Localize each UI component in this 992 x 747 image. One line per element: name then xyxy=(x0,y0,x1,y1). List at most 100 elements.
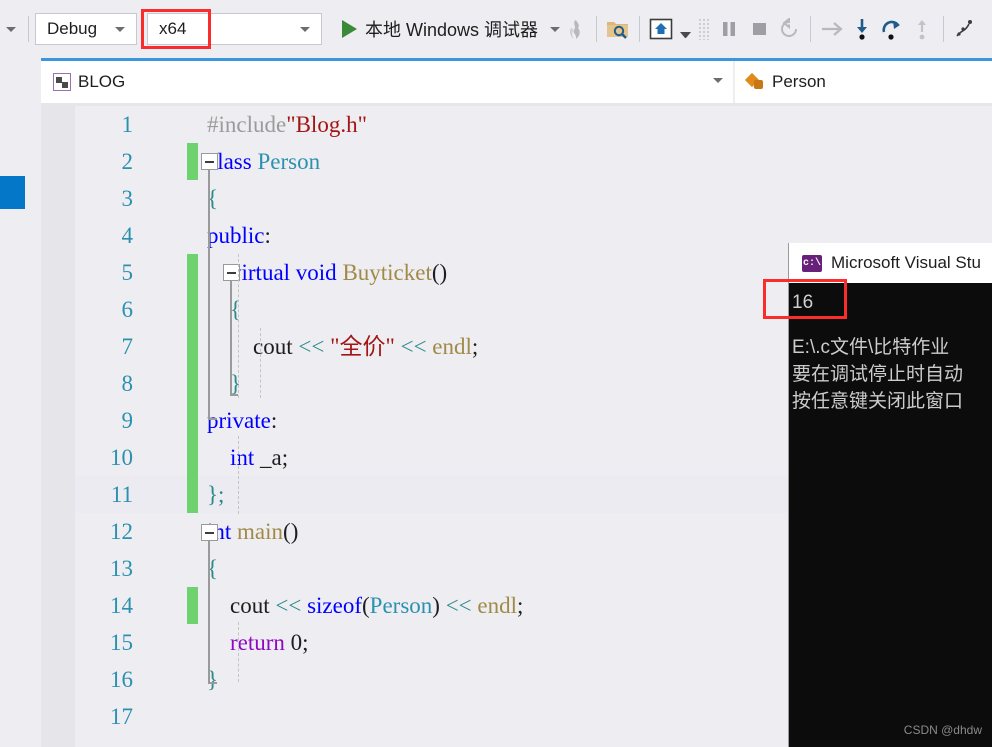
code-text: } xyxy=(207,365,241,402)
line-gutter xyxy=(145,402,207,439)
code-token: main xyxy=(237,519,284,544)
line-number: 13 xyxy=(110,555,133,581)
code-text: cout << sizeof(Person) << endl; xyxy=(207,587,523,624)
line-gutter xyxy=(145,698,207,735)
step-into-icon xyxy=(857,19,868,40)
play-icon xyxy=(342,20,357,38)
restart-icon xyxy=(781,18,798,37)
code-token: ) xyxy=(432,593,446,618)
code-text: { xyxy=(207,550,218,587)
left-dock-rail xyxy=(0,106,41,747)
line-gutter xyxy=(145,587,207,624)
step-over-button[interactable] xyxy=(877,12,907,46)
code-text: virtual void Buyticket() xyxy=(207,254,447,291)
line-gutter xyxy=(145,254,207,291)
console-line: 按任意键关闭此窗口 xyxy=(792,391,964,412)
pause-icon xyxy=(723,22,736,36)
line-gutter xyxy=(145,180,207,217)
blog-file-icon xyxy=(53,73,71,91)
code-token: Buyticket xyxy=(342,260,432,285)
toolbar-grip[interactable] xyxy=(694,12,714,46)
line-number: 9 xyxy=(121,407,134,433)
line-gutter xyxy=(145,143,207,180)
code-text: int main() xyxy=(207,513,298,550)
console-output-value: 16 xyxy=(792,292,814,313)
code-text: return 0; xyxy=(207,624,309,661)
code-token: "全价" xyxy=(330,334,395,359)
console-window[interactable]: c:\ Microsoft Visual Stu 16 E:\.c文件\比特作业… xyxy=(788,243,992,747)
code-token: virtual xyxy=(230,260,296,285)
code-token: ( xyxy=(361,593,370,618)
toolbar-dropdown-button[interactable] xyxy=(676,12,694,46)
chevron-down-icon[interactable] xyxy=(713,78,723,83)
stop-debugging-button[interactable] xyxy=(744,12,774,46)
code-token: 0; xyxy=(290,630,309,655)
step-out-icon xyxy=(918,20,927,40)
code-token: << xyxy=(445,593,478,618)
code-token: : xyxy=(270,408,278,433)
line-gutter xyxy=(145,106,207,143)
console-line: 要在调试停止时自动 xyxy=(792,364,964,385)
code-text: public: xyxy=(207,217,271,254)
threads-button[interactable] xyxy=(950,12,980,46)
code-token: Person xyxy=(257,149,321,174)
step-into-button[interactable] xyxy=(847,12,877,46)
line-gutter xyxy=(145,365,207,402)
solution-platform-combo[interactable]: x64 xyxy=(147,13,322,45)
line-number: 10 xyxy=(110,444,133,470)
console-title-label: Microsoft Visual Stu xyxy=(831,253,981,272)
toolbar-divider xyxy=(810,16,812,42)
code-token: Person xyxy=(369,593,433,618)
show-next-statement-icon xyxy=(822,22,843,36)
toolbar-overflow-chevron[interactable] xyxy=(0,0,22,58)
restart-button[interactable] xyxy=(774,12,804,46)
line-gutter xyxy=(145,328,207,365)
code-line[interactable]: 1 #include"Blog.h" xyxy=(75,106,992,143)
line-number: 2 xyxy=(121,148,134,174)
attach-to-process-button[interactable] xyxy=(603,12,633,46)
line-number: 1 xyxy=(121,111,134,137)
code-token: }; xyxy=(207,482,225,507)
toolbar-divider xyxy=(596,16,598,42)
line-number: 7 xyxy=(121,333,134,359)
watermark: CSDN @dhdw xyxy=(903,723,982,737)
code-token: { xyxy=(230,297,242,322)
step-over-icon xyxy=(882,20,901,40)
tab-blog-label: BLOG xyxy=(78,72,126,91)
code-token: cout xyxy=(253,334,299,359)
code-token: return xyxy=(230,630,291,655)
code-token: << xyxy=(394,334,433,359)
code-token: { xyxy=(207,556,219,581)
show-diagnostics-button[interactable] xyxy=(646,12,676,46)
debug-toolbar: Debug x64 本地 Windows 调试器 xyxy=(0,0,992,58)
line-number: 16 xyxy=(110,666,133,692)
search-folder-icon xyxy=(607,21,629,39)
start-debugging-button[interactable]: 本地 Windows 调试器 xyxy=(338,16,561,42)
code-text: { xyxy=(207,291,241,328)
break-all-button[interactable] xyxy=(714,12,744,46)
solution-configuration-combo[interactable]: Debug xyxy=(35,13,137,45)
show-next-statement-button[interactable] xyxy=(817,12,847,46)
tab-person-label: Person xyxy=(772,72,826,91)
code-token: cout xyxy=(230,593,276,618)
code-line[interactable]: 3{ xyxy=(75,180,992,217)
tab-person[interactable]: Person xyxy=(735,61,992,103)
step-out-button[interactable] xyxy=(907,12,937,46)
line-gutter xyxy=(145,476,207,513)
code-token: () xyxy=(283,519,299,544)
solution-explorer-tab-marker[interactable] xyxy=(0,176,25,209)
tab-blog[interactable]: BLOG xyxy=(41,61,733,103)
code-token: ; xyxy=(517,593,524,618)
hot-reload-button[interactable] xyxy=(560,12,590,46)
code-line[interactable]: 2 class Person xyxy=(75,143,992,180)
code-token: : xyxy=(264,223,271,248)
console-title-bar: c:\ Microsoft Visual Stu xyxy=(789,243,992,283)
code-token: () xyxy=(431,260,448,285)
hot-reload-icon xyxy=(569,19,580,39)
toolbar-divider xyxy=(639,16,641,42)
